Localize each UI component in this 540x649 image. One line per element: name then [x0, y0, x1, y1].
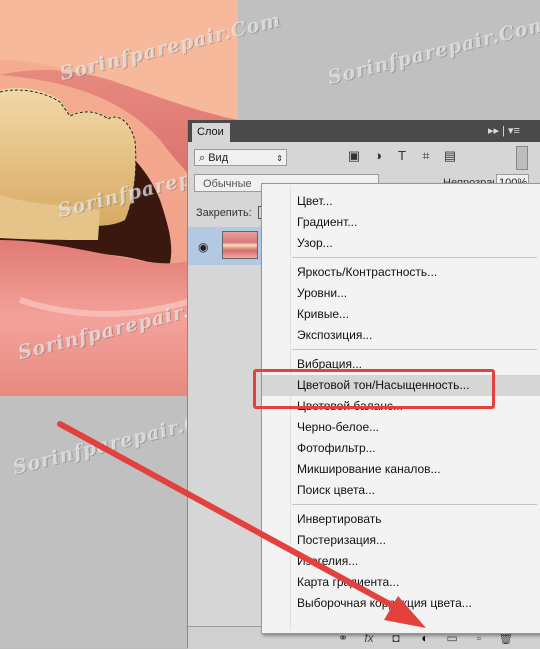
annotation-highlight-box [253, 369, 495, 409]
search-icon: ⌕ [199, 152, 209, 164]
panel-controls[interactable]: ▸▸ | ▾≡ [488, 124, 520, 137]
text-filter-icon[interactable]: T [394, 148, 410, 164]
menu-item[interactable]: Изогелия... [262, 551, 540, 572]
panel-tab-bar: Слои ▸▸ | ▾≡ [188, 120, 540, 142]
menu-item[interactable]: Выборочная коррекция цвета... [262, 593, 540, 614]
menu-separator [292, 349, 537, 350]
menu-item[interactable]: Узор... [262, 233, 540, 254]
smart-object-filter-icon[interactable]: ▤ [442, 148, 458, 164]
tab-layers[interactable]: Слои [192, 123, 230, 142]
menu-separator [292, 257, 537, 258]
menu-item[interactable]: Постеризация... [262, 530, 540, 551]
layer-filter-select[interactable]: ⌕ Вид ⇕ [194, 149, 287, 166]
menu-item[interactable]: Поиск цвета... [262, 480, 540, 501]
filter-label: Вид [208, 152, 229, 164]
menu-item[interactable]: Цвет... [262, 191, 540, 212]
layer-thumbnail [222, 231, 258, 259]
adjustment-filter-icon[interactable]: ◑ [370, 148, 386, 164]
shape-filter-icon[interactable]: ⌗ [418, 148, 434, 164]
menu-item[interactable]: Уровни... [262, 283, 540, 304]
lock-label: Закрепить: [196, 207, 252, 219]
menu-item[interactable]: Градиент... [262, 212, 540, 233]
menu-item[interactable]: Фотофильтр... [262, 438, 540, 459]
menu-item[interactable]: Кривые... [262, 304, 540, 325]
menu-item[interactable]: Карта градиента... [262, 572, 540, 593]
eye-icon[interactable]: ◉ [198, 240, 208, 254]
menu-item[interactable]: Яркость/Контрастность... [262, 262, 540, 283]
filter-toggle-switch[interactable] [516, 146, 528, 170]
menu-item[interactable]: Экспозиция... [262, 325, 540, 346]
menu-item[interactable]: Микширование каналов... [262, 459, 540, 480]
menu-separator [292, 504, 537, 505]
stepper-icon: ⇕ [276, 154, 283, 163]
menu-item[interactable]: Инвертировать [262, 509, 540, 530]
image-filter-icon[interactable]: ▣ [346, 148, 362, 164]
menu-item[interactable]: Черно-белое... [262, 417, 540, 438]
